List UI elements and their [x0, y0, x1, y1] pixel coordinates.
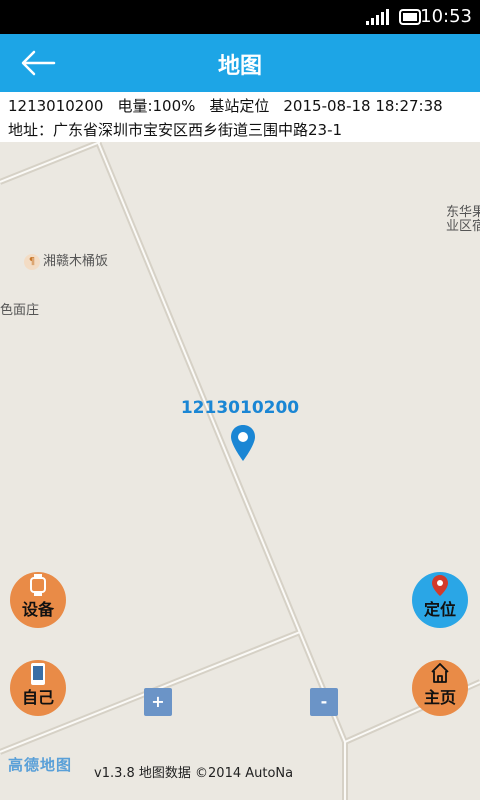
locate-pin-icon — [432, 575, 448, 596]
map-view[interactable]: ¶湘赣木桶饭 色面庄 东华果 业区宿 1213010200 设备 自己 定位 — [0, 142, 480, 800]
signal-icon — [366, 9, 389, 25]
poi-restaurant[interactable]: ¶ 湘赣木桶饭 — [24, 250, 108, 270]
self-button-label: 自己 — [21, 688, 54, 707]
locate-datetime: 2015-08-18 18:27:38 — [283, 97, 443, 115]
zoom-out-button[interactable]: - — [310, 688, 338, 716]
locate-button-label: 定位 — [423, 600, 456, 619]
marker-label: 1213010200 — [180, 398, 300, 418]
info-line-1: 1213010200 电量:100% 基站定位 2015-08-18 18:27:38 — [8, 95, 457, 116]
battery-level: 电量:100% — [117, 97, 196, 115]
status-bar: 10:53 — [0, 0, 480, 34]
locate-mode: 基站定位 — [209, 97, 270, 115]
home-button-label: 主页 — [423, 688, 456, 707]
phone-icon — [31, 663, 45, 685]
home-icon — [431, 663, 449, 683]
locate-button[interactable]: 定位 — [412, 572, 468, 628]
road-lines — [0, 142, 480, 800]
poi-right-line-1: 东华果 — [446, 205, 480, 220]
battery-icon — [399, 9, 421, 25]
map-provider-logo: 高德地图 — [8, 756, 73, 774]
address: 地址：广东省深圳市宝安区西乡街道三围中路23-1 — [8, 121, 343, 139]
home-button[interactable]: 主页 — [412, 660, 468, 716]
poi-left: 色面庄 — [0, 303, 40, 318]
device-button-label: 设备 — [21, 600, 54, 619]
page-title: 地图 — [217, 54, 262, 79]
title-bar: 地图 — [0, 34, 480, 92]
status-time: 10:53 — [420, 6, 472, 27]
location-pin-icon[interactable] — [230, 424, 256, 462]
restaurant-icon: ¶ — [24, 253, 40, 270]
watch-icon — [30, 574, 46, 596]
zoom-in-button[interactable]: + — [144, 688, 172, 716]
poi-right-line-2: 业区宿 — [446, 219, 480, 234]
poi-restaurant-label: 湘赣木桶饭 — [43, 254, 109, 269]
poi-right: 东华果 业区宿 — [446, 206, 480, 234]
device-button[interactable]: 设备 — [10, 572, 66, 628]
device-id: 1213010200 — [8, 97, 104, 115]
map-version-text: v1.3.8 地图数据 ©2014 AutoNa — [94, 766, 294, 781]
self-button[interactable]: 自己 — [10, 660, 66, 716]
device-info-panel: 1213010200 电量:100% 基站定位 2015-08-18 18:27:38… — [0, 92, 480, 142]
